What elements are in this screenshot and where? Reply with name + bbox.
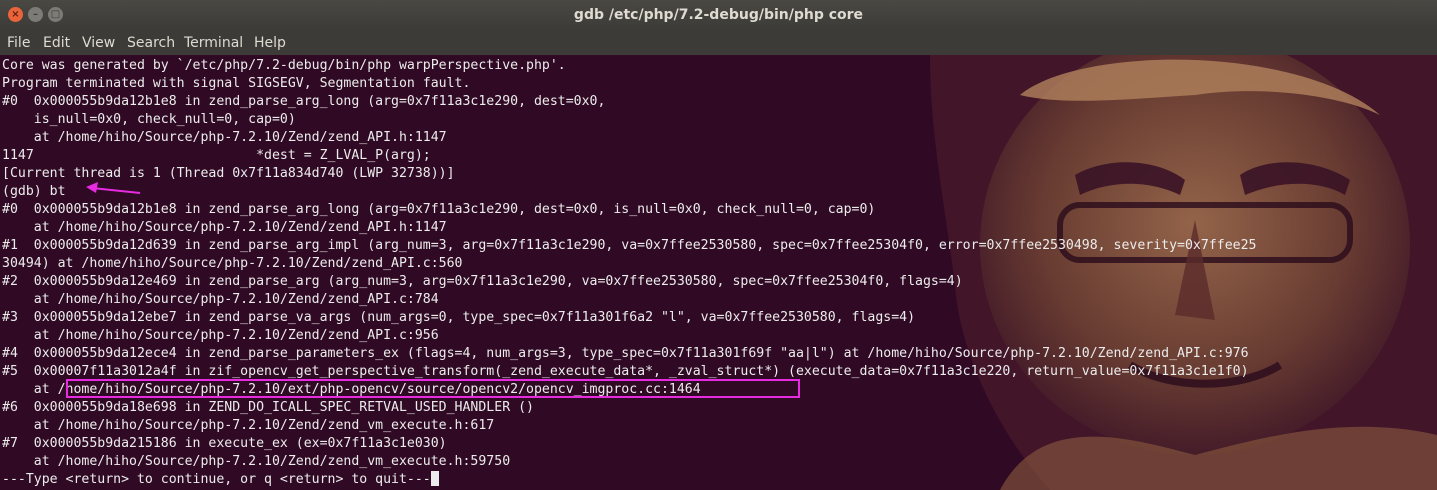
terminal-line: at /home/hiho/Source/php-7.2.10/Zend/zen…: [2, 130, 447, 145]
menu-search[interactable]: Search: [127, 35, 175, 51]
terminal-line: Program terminated with signal SIGSEGV, …: [2, 76, 471, 91]
terminal-line: [Current thread is 1 (Thread 0x7f11a834d…: [2, 166, 455, 181]
terminal-line: Core was generated by `/etc/php/7.2-debu…: [2, 58, 566, 73]
terminal-line: #0 0x000055b9da12b1e8 in zend_parse_arg_…: [2, 202, 876, 217]
title-bar[interactable]: × – □ gdb /etc/php/7.2-debug/bin/php cor…: [0, 0, 1437, 30]
terminal-output[interactable]: Core was generated by `/etc/php/7.2-debu…: [0, 55, 1437, 490]
menu-view[interactable]: View: [82, 35, 115, 51]
pager-prompt-line: ---Type <return> to continue, or q <retu…: [2, 471, 1256, 489]
terminal-line: 30494) at /home/hiho/Source/php-7.2.10/Z…: [2, 256, 463, 271]
terminal-line: #0 0x000055b9da12b1e8 in zend_parse_arg_…: [2, 94, 606, 109]
menu-edit[interactable]: Edit: [43, 35, 70, 51]
terminal-line: at /home/hiho/Source/php-7.2.10/Zend/zen…: [2, 418, 495, 433]
menu-bar: File Edit View Search Terminal Help: [0, 30, 1437, 55]
terminal-line: at /home/hiho/Source/php-7.2.10/Zend/zen…: [2, 220, 447, 235]
terminal-line: at /home/hiho/Source/php-7.2.10/Zend/zen…: [2, 292, 439, 307]
gdb-prompt-line: (gdb) bt: [2, 184, 66, 199]
pager-prompt-text: ---Type <return> to continue, or q <retu…: [2, 472, 431, 487]
menu-help[interactable]: Help: [254, 35, 286, 51]
text-cursor: [430, 471, 439, 486]
highlight-box-annotation: [66, 379, 800, 398]
terminal-lines: Core was generated by `/etc/php/7.2-debu…: [2, 57, 1256, 489]
terminal-line: #1 0x000055b9da12d639 in zend_parse_arg_…: [2, 238, 1257, 253]
terminal-line: #2 0x000055b9da12e469 in zend_parse_arg …: [2, 274, 963, 289]
terminal-window: × – □ gdb /etc/php/7.2-debug/bin/php cor…: [0, 0, 1437, 490]
menu-file[interactable]: File: [7, 35, 30, 51]
arrow-annotation-icon: [86, 182, 141, 194]
terminal-line: #7 0x000055b9da215186 in execute_ex (ex=…: [2, 436, 447, 451]
terminal-line: 1147 *dest = Z_LVAL_P(arg);: [2, 148, 431, 163]
terminal-line: is_null=0x0, check_null=0, cap=0): [2, 112, 296, 127]
terminal-line: #3 0x000055b9da12ebe7 in zend_parse_va_a…: [2, 310, 916, 325]
window-title: gdb /etc/php/7.2-debug/bin/php core: [573, 7, 864, 23]
terminal-line: #6 0x000055b9da18e698 in ZEND_DO_ICALL_S…: [2, 400, 534, 415]
terminal-line: at /home/hiho/Source/php-7.2.10/Zend/zen…: [2, 454, 511, 469]
terminal-line: at /home/hiho/Source/php-7.2.10/Zend/zen…: [2, 328, 439, 343]
menu-terminal[interactable]: Terminal: [184, 35, 243, 51]
terminal-line: #4 0x000055b9da12ece4 in zend_parse_para…: [2, 346, 1249, 361]
